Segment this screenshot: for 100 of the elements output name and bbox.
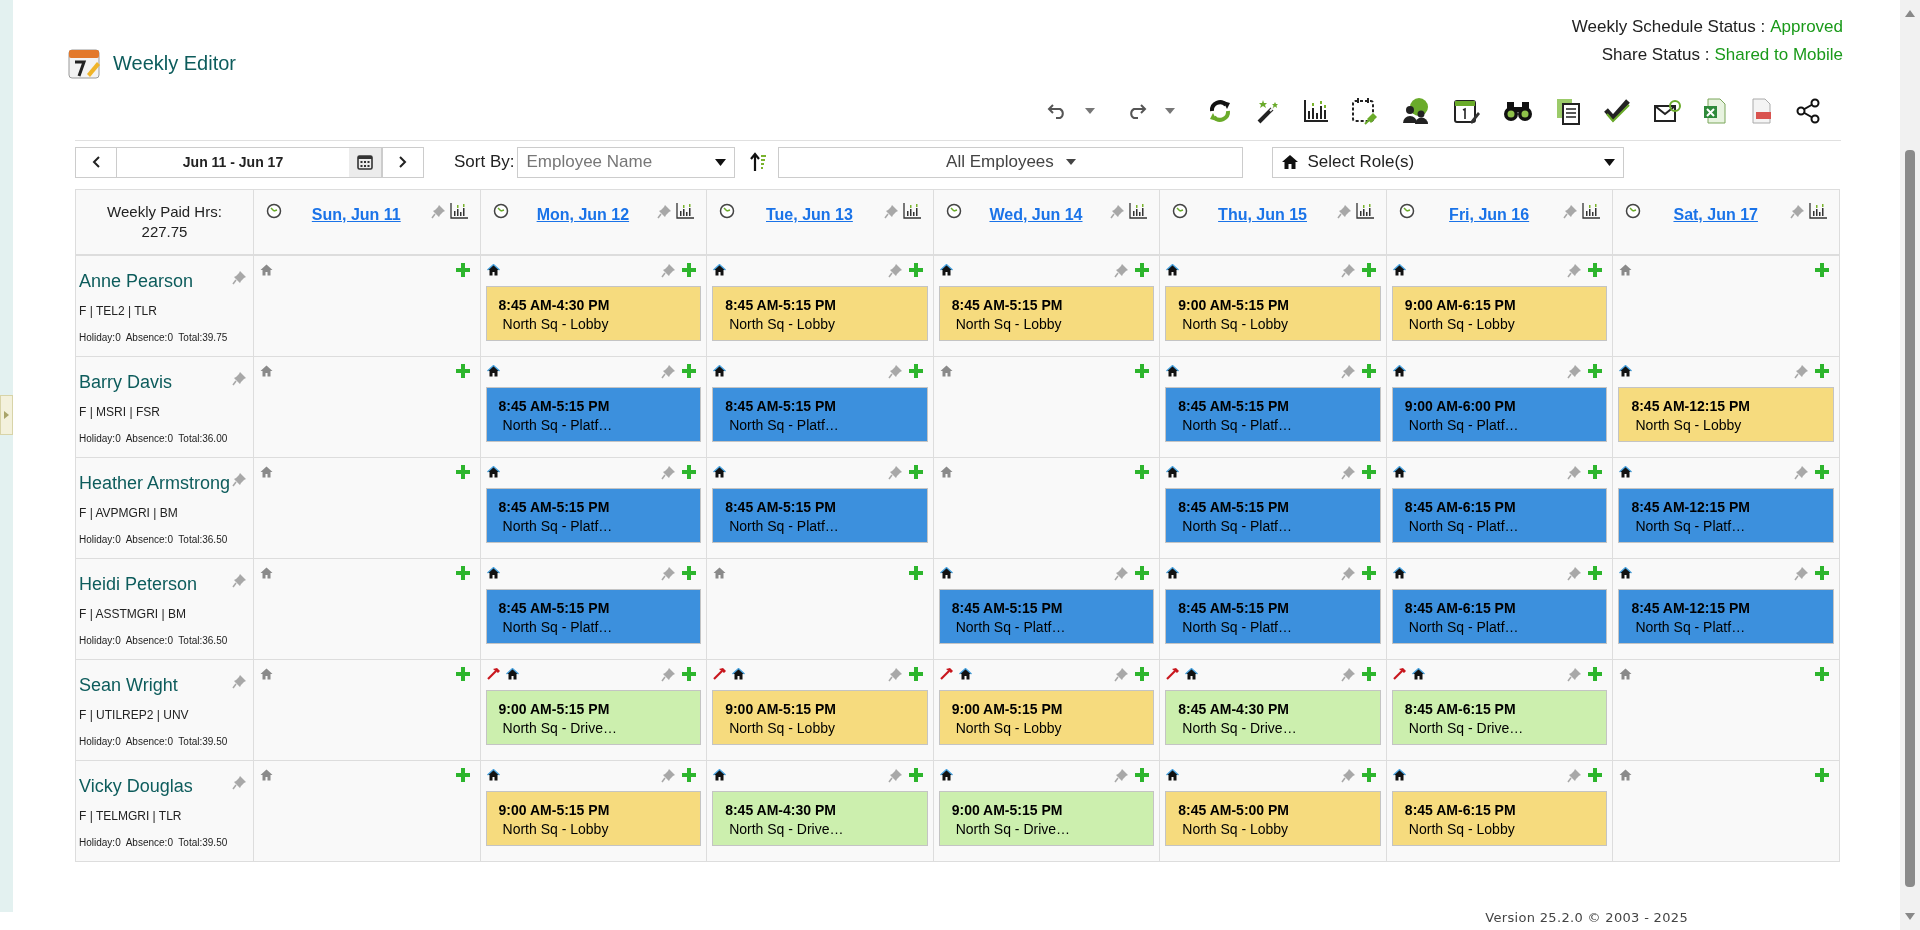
pdf-file-icon[interactable] bbox=[1749, 97, 1773, 125]
calendar-edit-icon[interactable] bbox=[1453, 97, 1481, 125]
calendar-pin-icon[interactable] bbox=[1351, 97, 1379, 125]
shift-block[interactable]: 8:45 AM-5:15 PM North Sq - Platf… bbox=[1165, 488, 1381, 543]
add-icon[interactable] bbox=[1815, 263, 1829, 277]
pin-icon[interactable] bbox=[1794, 464, 1809, 480]
clock-icon[interactable] bbox=[1625, 203, 1642, 219]
add-icon[interactable] bbox=[682, 566, 697, 580]
add-icon[interactable] bbox=[1588, 364, 1603, 378]
shift-block[interactable]: 9:00 AM-5:15 PM North Sq - Lobby bbox=[712, 690, 928, 745]
shift-block[interactable]: 9:00 AM-5:15 PM North Sq - Lobby bbox=[485, 791, 702, 846]
shift-block[interactable]: 8:45 AM-5:15 PM North Sq - Platf… bbox=[1165, 589, 1381, 644]
add-icon[interactable] bbox=[682, 364, 697, 378]
shift-block[interactable]: 8:45 AM-5:15 PM North Sq - Platf… bbox=[1165, 387, 1381, 442]
bar-chart-icon[interactable] bbox=[449, 203, 468, 219]
add-icon[interactable] bbox=[455, 465, 470, 479]
add-icon[interactable] bbox=[908, 364, 923, 378]
clock-icon[interactable] bbox=[266, 203, 282, 219]
pin-icon[interactable] bbox=[661, 464, 677, 480]
shift-block[interactable]: 9:00 AM-5:15 PM North Sq - Drive… bbox=[938, 791, 1155, 846]
add-icon[interactable] bbox=[908, 566, 923, 580]
side-panel-toggle[interactable] bbox=[0, 395, 13, 435]
refresh-icon[interactable] bbox=[1207, 98, 1233, 124]
pin-icon[interactable] bbox=[232, 472, 247, 487]
spreadsheet-file-icon[interactable] bbox=[1703, 97, 1727, 125]
pin-icon[interactable] bbox=[1567, 767, 1583, 783]
pin-icon[interactable] bbox=[232, 270, 247, 285]
pin-icon[interactable] bbox=[1567, 464, 1583, 480]
add-icon[interactable] bbox=[1588, 667, 1603, 681]
add-icon[interactable] bbox=[1588, 768, 1603, 782]
documents-icon[interactable] bbox=[1555, 97, 1581, 125]
sort-order-icon[interactable] bbox=[750, 152, 769, 172]
shift-block[interactable]: 8:45 AM-6:15 PM North Sq - Platf… bbox=[1391, 589, 1608, 644]
add-icon[interactable] bbox=[1588, 566, 1603, 580]
date-range-field[interactable]: Jun 11 - Jun 17 bbox=[117, 146, 382, 178]
clock-icon[interactable] bbox=[1398, 203, 1415, 219]
redo-icon[interactable] bbox=[1127, 103, 1147, 119]
shift-block[interactable]: 9:00 AM-6:15 PM North Sq - Lobby bbox=[1391, 286, 1608, 341]
pin-icon[interactable] bbox=[1114, 666, 1130, 682]
add-icon[interactable] bbox=[1361, 768, 1376, 782]
pin-icon[interactable] bbox=[661, 767, 677, 783]
pin-icon[interactable] bbox=[1790, 203, 1805, 219]
pin-icon[interactable] bbox=[232, 674, 247, 689]
add-icon[interactable] bbox=[455, 263, 470, 277]
role-select-dropdown[interactable]: Select Role(s) bbox=[1272, 146, 1625, 178]
shift-block[interactable]: 9:00 AM-5:15 PM North Sq - Lobby bbox=[1165, 286, 1381, 341]
shift-block[interactable]: 8:45 AM-5:15 PM North Sq - Lobby bbox=[938, 286, 1155, 341]
shift-block[interactable]: 8:45 AM-4:30 PM North Sq - Lobby bbox=[485, 286, 702, 341]
shift-block[interactable]: 8:45 AM-5:15 PM North Sq - Platf… bbox=[485, 387, 702, 442]
employee-name[interactable]: Vicky Douglas bbox=[79, 774, 193, 798]
pin-icon[interactable] bbox=[657, 203, 673, 219]
magic-wand-icon[interactable] bbox=[1255, 98, 1281, 124]
dropdown-caret-icon[interactable] bbox=[1085, 108, 1095, 114]
add-icon[interactable] bbox=[908, 465, 923, 479]
employee-name[interactable]: Barry Davis bbox=[79, 370, 172, 394]
clock-icon[interactable] bbox=[1172, 203, 1189, 219]
pin-icon[interactable] bbox=[430, 203, 446, 219]
add-icon[interactable] bbox=[908, 667, 923, 681]
shift-block[interactable]: 9:00 AM-5:15 PM North Sq - Drive… bbox=[485, 690, 702, 745]
binoculars-icon[interactable] bbox=[1503, 100, 1533, 122]
sort-by-dropdown[interactable]: Employee Name bbox=[517, 146, 736, 178]
pin-icon[interactable] bbox=[1563, 203, 1579, 219]
add-icon[interactable] bbox=[908, 263, 923, 277]
pin-icon[interactable] bbox=[1794, 363, 1809, 379]
add-icon[interactable] bbox=[1588, 465, 1603, 479]
bar-chart-icon[interactable] bbox=[1582, 203, 1601, 219]
previous-week-button[interactable] bbox=[75, 146, 117, 178]
shift-block[interactable]: 9:00 AM-6:00 PM North Sq - Platf… bbox=[1391, 387, 1608, 442]
employee-name[interactable]: Sean Wright bbox=[79, 673, 178, 697]
scroll-down-icon[interactable] bbox=[1905, 913, 1915, 920]
employee-name[interactable]: Heather Armstrong bbox=[79, 471, 231, 495]
pin-icon[interactable] bbox=[661, 262, 677, 278]
pin-icon[interactable] bbox=[887, 767, 903, 783]
pin-icon[interactable] bbox=[883, 203, 899, 219]
add-icon[interactable] bbox=[1361, 566, 1376, 580]
scroll-up-icon[interactable] bbox=[1905, 10, 1915, 17]
shift-block[interactable]: 8:45 AM-12:15 PM North Sq - Platf… bbox=[1618, 589, 1834, 644]
add-icon[interactable] bbox=[1135, 364, 1150, 378]
add-icon[interactable] bbox=[908, 768, 923, 782]
pin-icon[interactable] bbox=[887, 464, 903, 480]
pin-icon[interactable] bbox=[1567, 262, 1583, 278]
shift-block[interactable]: 8:45 AM-5:00 PM North Sq - Lobby bbox=[1165, 791, 1381, 846]
clock-icon[interactable] bbox=[492, 203, 509, 219]
add-icon[interactable] bbox=[455, 667, 470, 681]
add-icon[interactable] bbox=[1361, 263, 1376, 277]
add-icon[interactable] bbox=[1815, 465, 1829, 479]
shift-block[interactable]: 8:45 AM-6:15 PM North Sq - Lobby bbox=[1391, 791, 1608, 846]
shift-block[interactable]: 8:45 AM-4:30 PM North Sq - Drive… bbox=[1165, 690, 1381, 745]
shift-block[interactable]: 8:45 AM-12:15 PM North Sq - Lobby bbox=[1618, 387, 1834, 442]
bar-chart-icon[interactable] bbox=[1809, 203, 1827, 219]
pin-icon[interactable] bbox=[1567, 666, 1583, 682]
employee-name[interactable]: Anne Pearson bbox=[79, 269, 194, 293]
add-icon[interactable] bbox=[1815, 768, 1829, 782]
shift-block[interactable]: 8:45 AM-12:15 PM North Sq - Platf… bbox=[1618, 488, 1834, 543]
bar-chart-icon[interactable] bbox=[676, 203, 695, 219]
bar-chart-icon[interactable] bbox=[1303, 99, 1329, 123]
pin-icon[interactable] bbox=[1110, 203, 1126, 219]
caret-icon[interactable] bbox=[1604, 158, 1616, 166]
pin-icon[interactable] bbox=[1567, 565, 1583, 581]
pin-icon[interactable] bbox=[661, 666, 677, 682]
